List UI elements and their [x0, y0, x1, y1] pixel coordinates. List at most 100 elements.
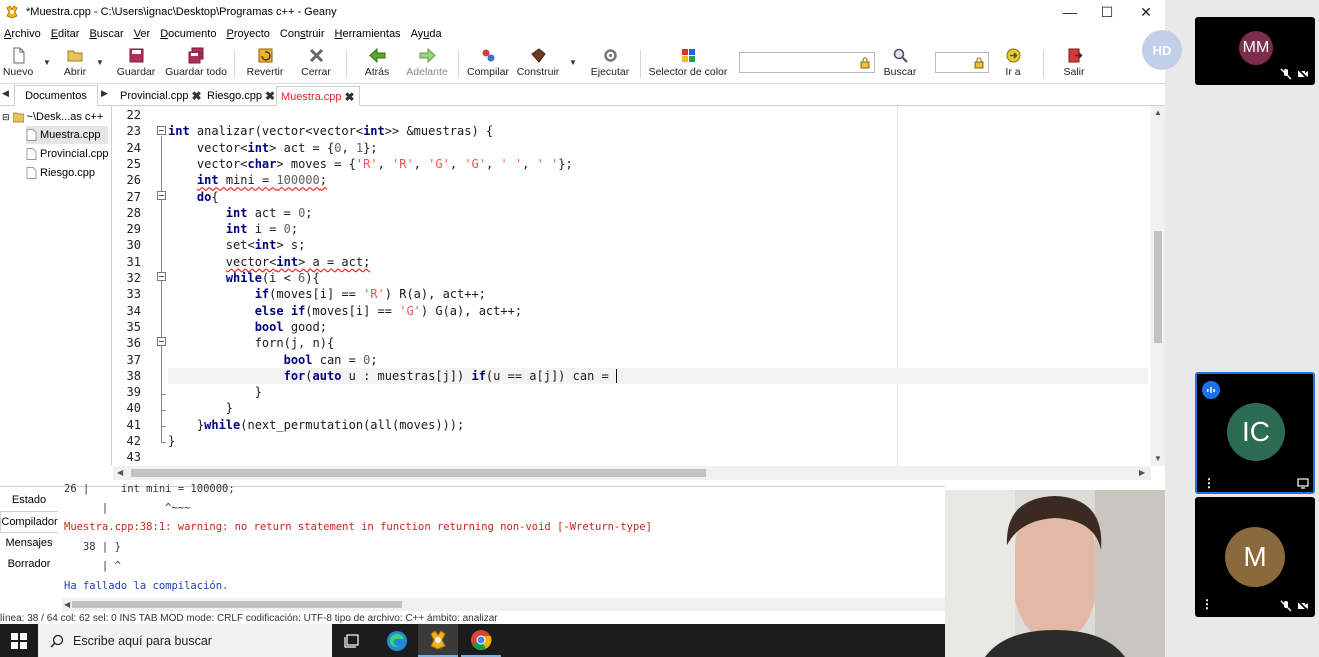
tab-close-icon[interactable]: ✖: [265, 89, 275, 103]
taskbar-search-box[interactable]: Escribe aquí para buscar: [38, 624, 332, 657]
code-line[interactable]: if(moves[i] == 'R') R(a), act++;: [168, 286, 486, 302]
file-icon: [26, 129, 37, 141]
open-dropdown-icon[interactable]: ▼: [96, 58, 104, 67]
tab-scratch[interactable]: Borrador: [0, 553, 58, 575]
menu-item-8[interactable]: Ayuda: [407, 28, 446, 40]
code-line[interactable]: else if(moves[i] == 'G') G(a), act++;: [168, 303, 522, 319]
menu-item-4[interactable]: Documento: [156, 28, 220, 40]
quit-label: Salir: [1063, 66, 1085, 78]
menu-item-1[interactable]: Editar: [47, 28, 84, 40]
tab-riesgo[interactable]: Riesgo.cpp ✖: [203, 86, 279, 106]
search-button[interactable]: Buscar: [882, 46, 918, 82]
code-line[interactable]: forn(j, n){: [168, 335, 334, 351]
taskbar-chrome[interactable]: [461, 624, 501, 657]
tab-close-icon[interactable]: ✖: [345, 90, 355, 104]
goto-button[interactable]: Ir a: [999, 46, 1027, 82]
message-horizontal-scrollbar[interactable]: ◀: [62, 598, 945, 611]
code-line[interactable]: vector<char> moves = {'R', 'R', 'G', 'G'…: [168, 156, 573, 172]
line-number: 23: [126, 124, 141, 139]
minimize-button[interactable]: —: [1051, 0, 1089, 24]
fold-marker-icon[interactable]: [157, 337, 166, 346]
fold-marker-icon[interactable]: [157, 126, 166, 135]
code-line[interactable]: for(auto u : muestras[j]) if(u == a[j]) …: [168, 367, 1148, 384]
code-line[interactable]: }: [168, 384, 262, 400]
tab-messages[interactable]: Mensajes: [0, 532, 58, 554]
new-button[interactable]: Nuevo: [2, 46, 34, 82]
participant-tile-mm[interactable]: MM: [1195, 17, 1315, 85]
tab-muestra[interactable]: Muestra.cpp ✖: [276, 86, 360, 106]
windows-start-button[interactable]: [0, 624, 38, 657]
goto-line-field[interactable]: [935, 52, 989, 73]
code-line[interactable]: do{: [168, 189, 219, 205]
back-button[interactable]: Atrás: [361, 46, 393, 82]
task-view-button[interactable]: [333, 624, 373, 657]
taskbar-edge[interactable]: [377, 624, 417, 657]
search-text-field[interactable]: [739, 52, 875, 73]
code-line[interactable]: vector<int> a = act;: [168, 254, 371, 270]
message-window: Estado Compilador Mensajes Borrador 26 |…: [0, 483, 945, 612]
quit-button[interactable]: Salir: [1060, 46, 1088, 82]
code-line[interactable]: int i = 0;: [168, 221, 298, 237]
menu-item-2[interactable]: Buscar: [85, 28, 127, 40]
more-options-icon[interactable]: ⋮: [1201, 598, 1213, 610]
self-avatar[interactable]: HD: [1142, 30, 1182, 70]
present-screen-icon: [1297, 478, 1309, 489]
code-line[interactable]: int act = 0;: [168, 205, 313, 221]
editor-vertical-scrollbar[interactable]: ▲ ▼: [1151, 106, 1165, 466]
open-button[interactable]: Abrir: [60, 46, 90, 82]
tab-status[interactable]: Estado: [0, 489, 58, 511]
fold-marker-icon[interactable]: [157, 272, 166, 281]
menu-item-7[interactable]: Herramientas: [331, 28, 405, 40]
revert-button[interactable]: Revertir: [245, 46, 285, 82]
build-dropdown-icon[interactable]: ▼: [569, 58, 577, 67]
participant-tile-ic[interactable]: IC ⋮: [1195, 372, 1315, 494]
tab-compiler[interactable]: Compilador: [0, 511, 58, 533]
search-placeholder: Escribe aquí para buscar: [73, 633, 212, 648]
more-options-icon[interactable]: ⋮: [1203, 477, 1215, 489]
compiler-warning-line[interactable]: Muestra.cpp:38:1: warning: no return sta…: [64, 520, 652, 534]
menu-item-5[interactable]: Proyecto: [222, 28, 273, 40]
tree-folder[interactable]: ⊟ ~\Desk...as c++: [2, 108, 103, 126]
tab-close-icon[interactable]: ✖: [191, 89, 201, 103]
maximize-button[interactable]: ☐: [1088, 0, 1126, 24]
compile-button[interactable]: Compilar: [465, 46, 511, 82]
editor-horizontal-scrollbar[interactable]: ◀ ▶: [113, 466, 1151, 480]
code-line[interactable]: }: [168, 433, 175, 449]
color-picker-button[interactable]: Selector de color: [648, 46, 728, 82]
code-line[interactable]: bool good;: [168, 319, 327, 335]
tab-scroll-left-icon[interactable]: ◀: [2, 88, 9, 99]
save-icon: [127, 46, 145, 64]
code-line[interactable]: bool can = 0;: [168, 352, 378, 368]
code-line[interactable]: vector<int> act = {0, 1};: [168, 140, 378, 156]
close-file-button[interactable]: Cerrar: [299, 46, 333, 82]
code-line[interactable]: }while(next_permutation(all(moves)));: [168, 417, 464, 433]
new-dropdown-icon[interactable]: ▼: [43, 58, 51, 67]
save-button[interactable]: Guardar: [114, 46, 158, 82]
code-line[interactable]: while(i < 6){: [168, 270, 320, 286]
menu-item-3[interactable]: Ver: [130, 28, 155, 40]
tree-file-muestra[interactable]: Muestra.cpp: [26, 126, 108, 144]
fold-margin[interactable]: [155, 106, 167, 466]
taskbar-geany[interactable]: [418, 624, 458, 657]
save-all-button[interactable]: Guardar todo: [165, 46, 227, 82]
code-text-area[interactable]: int analizar(vector<vector<int>> &muestr…: [168, 106, 1148, 466]
code-line[interactable]: int mini = 100000;: [168, 172, 327, 188]
tree-file-provincial[interactable]: Provincial.cpp: [26, 145, 108, 163]
code-line[interactable]: set<int> s;: [168, 237, 306, 253]
tab-documents[interactable]: Documentos: [14, 85, 98, 106]
code-line[interactable]: int analizar(vector<vector<int>> &muestr…: [168, 123, 493, 139]
code-editor[interactable]: 22 23 24 25 26 27 28 29 30 31 32 33 34 35 36 37 38 39 40 41…: [113, 106, 1165, 466]
menu-item-0[interactable]: Archivo: [0, 28, 45, 40]
participant-tile-m[interactable]: M ⋮: [1195, 497, 1315, 617]
collapse-icon[interactable]: ⊟: [2, 112, 10, 123]
close-button[interactable]: ✕: [1127, 0, 1165, 24]
mic-off-icon: [1280, 68, 1292, 80]
fold-marker-icon[interactable]: [157, 191, 166, 200]
code-line[interactable]: }: [168, 400, 233, 416]
tab-scroll-right-icon[interactable]: ▶: [101, 88, 108, 99]
build-button[interactable]: Construir: [516, 46, 560, 82]
menu-item-6[interactable]: Construir: [276, 28, 329, 40]
execute-button[interactable]: Ejecutar: [590, 46, 630, 82]
tab-provincial[interactable]: Provincial.cpp ✖: [116, 86, 206, 106]
tree-file-riesgo[interactable]: Riesgo.cpp: [26, 164, 95, 182]
